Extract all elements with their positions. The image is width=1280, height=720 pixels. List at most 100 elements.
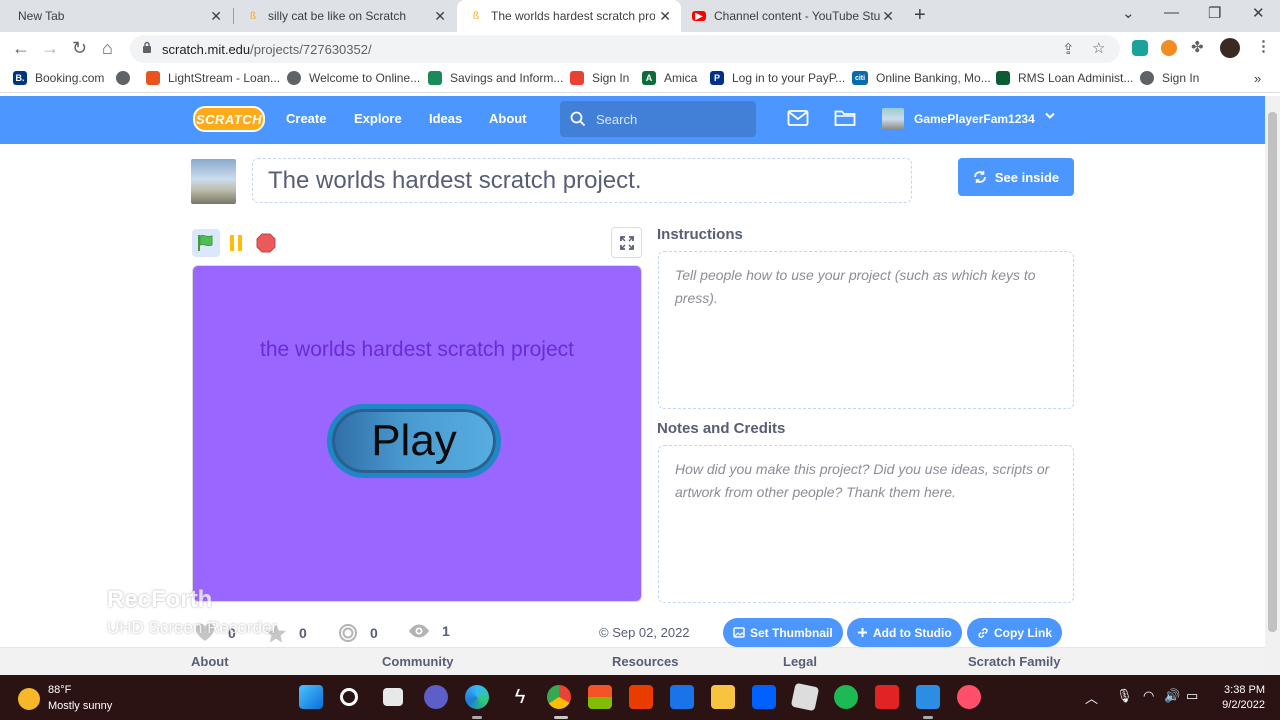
bookmark-item[interactable]: Welcome to Online... — [287, 71, 420, 85]
edge-icon[interactable] — [465, 685, 489, 709]
taskbar-running-indicator — [472, 716, 482, 719]
set-thumbnail-button[interactable]: Set Thumbnail — [723, 618, 843, 647]
chevron-up-icon[interactable]: ︿ — [1085, 688, 1098, 707]
stop-button[interactable] — [252, 229, 280, 257]
search-icon[interactable] — [340, 688, 358, 706]
taskbar-clock[interactable]: 3:38 PM 9/2/2022 — [1205, 683, 1265, 713]
close-icon[interactable]: ✕ — [659, 8, 671, 25]
bookmark-label: Sign In — [1162, 71, 1200, 85]
see-inside-button[interactable]: See inside — [958, 158, 1074, 196]
close-icon[interactable]: ✕ — [882, 8, 894, 25]
back-arrow-icon[interactable]: ← — [12, 38, 30, 59]
more-bookmarks-icon[interactable]: » — [1254, 71, 1261, 86]
footer-resources[interactable]: Resources — [612, 654, 678, 669]
green-flag-button[interactable] — [192, 229, 220, 257]
bookmark-item[interactable]: Sign In — [1140, 71, 1199, 85]
new-tab-plus-icon[interactable]: + — [914, 4, 926, 27]
fullscreen-button[interactable] — [611, 227, 642, 258]
window-close-icon[interactable]: ✕ — [1252, 4, 1265, 22]
screen-app-icon[interactable] — [916, 685, 940, 709]
extension-badge-icon[interactable] — [1161, 40, 1177, 56]
windows-start-icon[interactable] — [299, 685, 323, 709]
user-avatar[interactable] — [882, 108, 904, 130]
footer-scratch-family[interactable]: Scratch Family — [968, 654, 1061, 669]
project-title-input[interactable]: The worlds hardest scratch project. — [252, 158, 912, 203]
instructions-textarea[interactable]: Tell people how to use your project (suc… — [658, 251, 1074, 409]
my-stuff-folder-icon[interactable] — [834, 109, 856, 127]
username[interactable]: GamePlayerFam1234 — [914, 112, 1035, 126]
menu-kebab-icon[interactable]: ⋮ — [1256, 37, 1271, 55]
recforth-recorder-icon[interactable] — [957, 685, 981, 709]
bolt-app-icon[interactable]: ϟ — [508, 685, 532, 709]
teams-chat-icon[interactable] — [424, 685, 448, 709]
bookmark-item[interactable]: A Amica — [642, 71, 697, 85]
url-host: scratch.mit.edu — [162, 42, 251, 57]
bookmark-item[interactable]: Sign In — [570, 71, 629, 85]
spotify-icon[interactable] — [834, 685, 858, 709]
volume-icon[interactable]: 🔊 — [1164, 688, 1180, 704]
nav-ideas[interactable]: Ideas — [429, 111, 462, 126]
restore-icon[interactable]: ❐ — [1208, 4, 1221, 22]
video-editor-icon[interactable] — [875, 685, 899, 709]
footer-community[interactable]: Community — [382, 654, 454, 669]
microphone-icon[interactable]: 🎙 — [1116, 688, 1133, 704]
scratch-favicon-icon: ß — [249, 10, 257, 22]
pause-button[interactable] — [222, 229, 250, 257]
extensions-puzzle-icon[interactable]: ✤ — [1191, 38, 1204, 56]
bookmark-item[interactable]: citi Online Banking, Mo... — [852, 71, 991, 85]
tab-strip: New Tab ✕ ß silly cat be like on Scratch… — [0, 0, 1280, 32]
search-input[interactable]: Search — [560, 101, 756, 137]
watermark-title: RecForth — [107, 586, 213, 613]
footer-about[interactable]: About — [191, 654, 229, 669]
tab-youtube-studio[interactable]: ▶ Channel content - YouTube Studi ✕ — [682, 0, 904, 32]
bookmark-item[interactable]: B. Booking.com — [13, 71, 104, 85]
minimize-icon[interactable]: — — [1164, 4, 1179, 21]
home-icon[interactable]: ⌂ — [102, 38, 113, 59]
mail-icon[interactable] — [670, 685, 694, 709]
tab-silly-cat[interactable]: ß silly cat be like on Scratch ✕ — [234, 0, 456, 32]
tab-new-tab[interactable]: New Tab ✕ — [0, 0, 232, 32]
add-to-studio-button[interactable]: Add to Studio — [847, 618, 962, 647]
footer-legal[interactable]: Legal — [783, 654, 817, 669]
battery-icon[interactable]: ▭ — [1186, 688, 1198, 704]
messages-envelope-icon[interactable] — [787, 109, 809, 127]
scratch-logo[interactable]: SCRATCH — [193, 106, 265, 132]
stage-play-button[interactable]: Play — [327, 404, 501, 478]
bookmark-star-icon[interactable]: ☆ — [1092, 39, 1105, 57]
stage-title-text: the worlds hardest scratch project — [260, 338, 574, 361]
project-stage[interactable]: the worlds hardest scratch project Play — [192, 265, 642, 602]
dropbox-icon[interactable] — [752, 685, 776, 709]
chevron-down-icon[interactable] — [1045, 112, 1055, 120]
forward-arrow-icon[interactable]: → — [41, 38, 59, 59]
page-scrollbar[interactable] — [1265, 96, 1280, 675]
bookmark-item[interactable] — [116, 71, 138, 85]
chrome-icon[interactable] — [547, 685, 571, 709]
address-bar[interactable]: scratch.mit.edu/projects/727630352/ ⇪ ☆ — [130, 35, 1120, 63]
microsoft-store-icon[interactable] — [588, 685, 612, 709]
nav-about[interactable]: About — [489, 111, 527, 126]
tab-worlds-hardest[interactable]: ß The worlds hardest scratch proje ✕ — [457, 0, 681, 32]
wifi-icon[interactable]: ◠ — [1143, 688, 1154, 704]
file-explorer-icon[interactable] — [711, 685, 735, 709]
views-stat: 1 — [408, 623, 450, 639]
bookmark-item[interactable]: LightStream - Loan... — [146, 71, 280, 85]
office-icon[interactable] — [629, 685, 653, 709]
bookmark-item[interactable]: RMS Loan Administ... — [996, 71, 1133, 85]
close-icon[interactable]: ✕ — [210, 8, 222, 25]
reload-icon[interactable]: ↻ — [72, 38, 87, 59]
profile-avatar[interactable] — [1220, 38, 1240, 58]
tab-search-chevron-icon[interactable]: ⌄ — [1122, 4, 1135, 22]
nav-create[interactable]: Create — [286, 111, 326, 126]
bookmark-item[interactable]: P Log in to your PayP... — [710, 71, 845, 85]
notes-textarea[interactable]: How did you make this project? Did you u… — [658, 445, 1074, 603]
roblox-icon[interactable] — [790, 682, 820, 712]
copy-link-button[interactable]: Copy Link — [967, 618, 1063, 647]
bookmark-item[interactable]: Savings and Inform... — [428, 71, 563, 85]
task-view-icon[interactable] — [383, 688, 403, 706]
extension-toggle-icon[interactable] — [1132, 40, 1148, 56]
bookmark-label: Sign In — [592, 71, 630, 85]
nav-explore[interactable]: Explore — [354, 111, 402, 126]
close-icon[interactable]: ✕ — [434, 8, 446, 25]
share-icon[interactable]: ⇪ — [1062, 40, 1075, 58]
scrollbar-thumb[interactable] — [1268, 112, 1277, 632]
